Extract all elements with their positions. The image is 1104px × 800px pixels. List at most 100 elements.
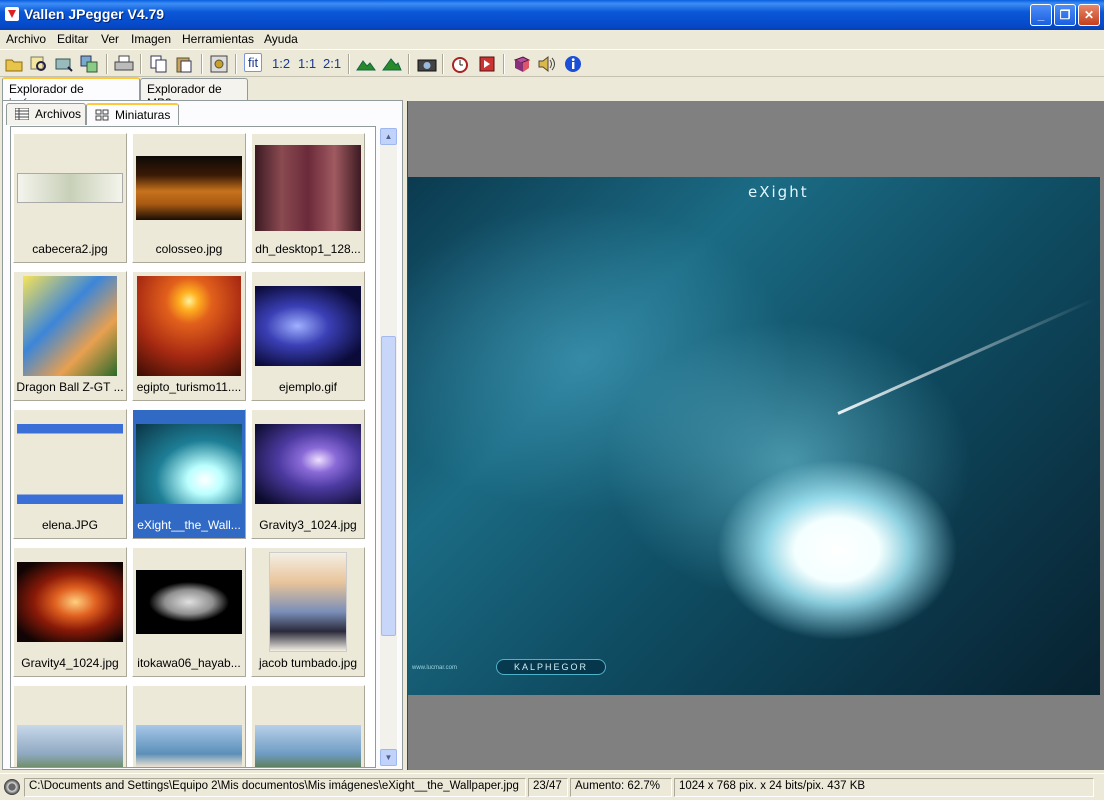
menu-editar[interactable]: Editar <box>57 32 88 46</box>
thumbnail-caption: itokawa06_hayab... <box>137 656 241 670</box>
copy-icon[interactable] <box>148 53 170 75</box>
thumbnail-item[interactable] <box>251 685 365 767</box>
zoom-actual-button[interactable]: 1:1 <box>298 56 316 71</box>
thumbnail-caption: egipto_turismo11.... <box>136 380 242 394</box>
menu-imagen[interactable]: Imagen <box>131 32 171 46</box>
thumbnail-image <box>269 552 347 652</box>
menu-archivo[interactable]: Archivo <box>6 32 46 46</box>
thumbnail-image <box>136 570 242 634</box>
tab-thumbnails-label: Miniaturas <box>115 108 171 122</box>
print-icon[interactable] <box>113 53 135 75</box>
image-title-text: eXight <box>748 183 809 201</box>
thumbnail-item[interactable]: itokawa06_hayab... <box>132 547 246 677</box>
thumbnail-caption: colosseo.jpg <box>155 242 223 256</box>
info-icon[interactable] <box>562 53 584 75</box>
tab-thumbnails[interactable]: Miniaturas <box>86 103 179 125</box>
thumbnail-image <box>17 424 123 504</box>
thumbnail-image <box>17 725 123 767</box>
thumbnail-caption: jacob tumbado.jpg <box>258 656 358 670</box>
status-zoom: Aumento: 62.7% <box>570 778 672 797</box>
image-url-text: www.lucmar.com <box>412 665 458 671</box>
thumbnail-image <box>255 286 361 366</box>
mountain-icon[interactable] <box>355 53 377 75</box>
status-position: 23/47 <box>528 778 568 797</box>
list-icon <box>15 108 29 120</box>
thumbnail-image <box>255 725 361 767</box>
explorer-tabs: Explorador de imágenes Explorador de MP3 <box>0 77 405 110</box>
book-icon[interactable] <box>511 53 533 75</box>
thumbnail-item[interactable] <box>13 685 127 767</box>
image-viewer[interactable]: eXight www.lucmar.com KALPHEGOR <box>407 101 1104 770</box>
minimize-button[interactable]: _ <box>1030 4 1052 26</box>
window-title: Vallen JPegger V4.79 <box>24 6 165 22</box>
settings-icon[interactable] <box>208 53 230 75</box>
status-path: C:\Documents and Settings\Equipo 2\Mis d… <box>24 778 526 797</box>
thumbnail-item[interactable]: colosseo.jpg <box>132 133 246 263</box>
thumbnail-image <box>17 173 123 203</box>
thumbnail-item[interactable]: cabecera2.jpg <box>13 133 127 263</box>
thumbnail-item[interactable]: Gravity4_1024.jpg <box>13 547 127 677</box>
tab-image-explorer[interactable]: Explorador de imágenes <box>2 77 140 110</box>
title-bar: Vallen JPegger V4.79 _ ❐ ✕ <box>0 0 1104 30</box>
image-badge: KALPHEGOR <box>496 659 606 675</box>
menu-ayuda[interactable]: Ayuda <box>264 32 298 46</box>
menu-herramientas[interactable]: Herramientas <box>182 32 254 46</box>
thumbnail-item-selected[interactable]: eXight__the_Wall... <box>132 409 246 539</box>
thumbnail-grid: cabecera2.jpg colosseo.jpg dh_desktop1_1… <box>10 126 376 768</box>
zoom-fit-button[interactable]: fit <box>244 53 263 72</box>
displayed-image: eXight www.lucmar.com KALPHEGOR <box>408 177 1100 695</box>
thumbnail-image <box>17 562 123 642</box>
browse-icon[interactable] <box>28 53 50 75</box>
scroll-up-arrow[interactable]: ▲ <box>380 128 397 145</box>
menu-ver[interactable]: Ver <box>101 32 119 46</box>
scroll-down-arrow[interactable]: ▼ <box>380 749 397 766</box>
app-icon <box>5 7 19 21</box>
scan-icon[interactable] <box>53 53 75 75</box>
thumbnail-image <box>23 276 117 376</box>
camera-icon[interactable] <box>416 53 438 75</box>
tab-files[interactable]: Archivos <box>6 103 86 125</box>
speaker-icon[interactable] <box>536 53 558 75</box>
zoom-half-button[interactable]: 1:2 <box>272 56 290 71</box>
thumbnail-item[interactable]: Dragon Ball Z-GT ... <box>13 271 127 401</box>
zoom-double-button[interactable]: 2:1 <box>323 56 341 71</box>
scroll-thumb[interactable] <box>381 336 396 636</box>
timer-icon[interactable] <box>449 53 471 75</box>
close-button[interactable]: ✕ <box>1078 4 1100 26</box>
paste-icon[interactable] <box>173 53 195 75</box>
thumbnail-item[interactable]: elena.JPG <box>13 409 127 539</box>
thumbnail-item[interactable]: ejemplo.gif <box>251 271 365 401</box>
toolbar: fit 1:2 1:1 2:1 <box>0 49 1104 77</box>
thumbnail-item[interactable]: Gravity3_1024.jpg <box>251 409 365 539</box>
thumbnail-item[interactable]: egipto_turismo11.... <box>132 271 246 401</box>
thumbnail-caption: dh_desktop1_128... <box>255 242 361 256</box>
status-bar: C:\Documents and Settings\Equipo 2\Mis d… <box>0 773 1104 800</box>
thumbnail-item[interactable]: dh_desktop1_128... <box>251 133 365 263</box>
thumbnail-caption: Gravity3_1024.jpg <box>259 518 357 532</box>
maximize-button[interactable]: ❐ <box>1054 4 1076 26</box>
thumbnail-caption: cabecera2.jpg <box>32 242 108 256</box>
disk-icon <box>4 779 20 795</box>
thumbnail-image <box>137 276 241 376</box>
thumbnail-image <box>136 156 242 220</box>
slideshow-icon[interactable] <box>476 53 498 75</box>
thumbnail-item[interactable] <box>132 685 246 767</box>
thumbnail-scrollbar[interactable]: ▲ ▼ <box>380 128 397 766</box>
open-folder-icon[interactable] <box>3 53 25 75</box>
thumbnail-image <box>136 424 242 504</box>
grid-icon <box>95 109 109 121</box>
thumbnail-caption: eXight__the_Wall... <box>137 518 241 532</box>
thumbnail-image <box>255 145 361 231</box>
thumbnail-caption: Dragon Ball Z-GT ... <box>16 380 124 394</box>
thumbnail-image <box>136 725 242 767</box>
convert-icon[interactable] <box>78 53 100 75</box>
mountain-large-icon[interactable] <box>381 53 403 75</box>
thumbnail-item[interactable]: jacob tumbado.jpg <box>251 547 365 677</box>
thumbnail-caption: Gravity4_1024.jpg <box>21 656 119 670</box>
status-image-info: 1024 x 768 pix. x 24 bits/pix. 437 KB <box>674 778 1094 797</box>
tab-mp3-explorer[interactable]: Explorador de MP3 <box>140 78 248 110</box>
thumbnail-caption: elena.JPG <box>41 518 99 532</box>
menu-bar: Archivo Editar Ver Imagen Herramientas A… <box>0 30 1104 48</box>
tab-files-label: Archivos <box>35 107 82 121</box>
thumbnail-image <box>255 424 361 504</box>
